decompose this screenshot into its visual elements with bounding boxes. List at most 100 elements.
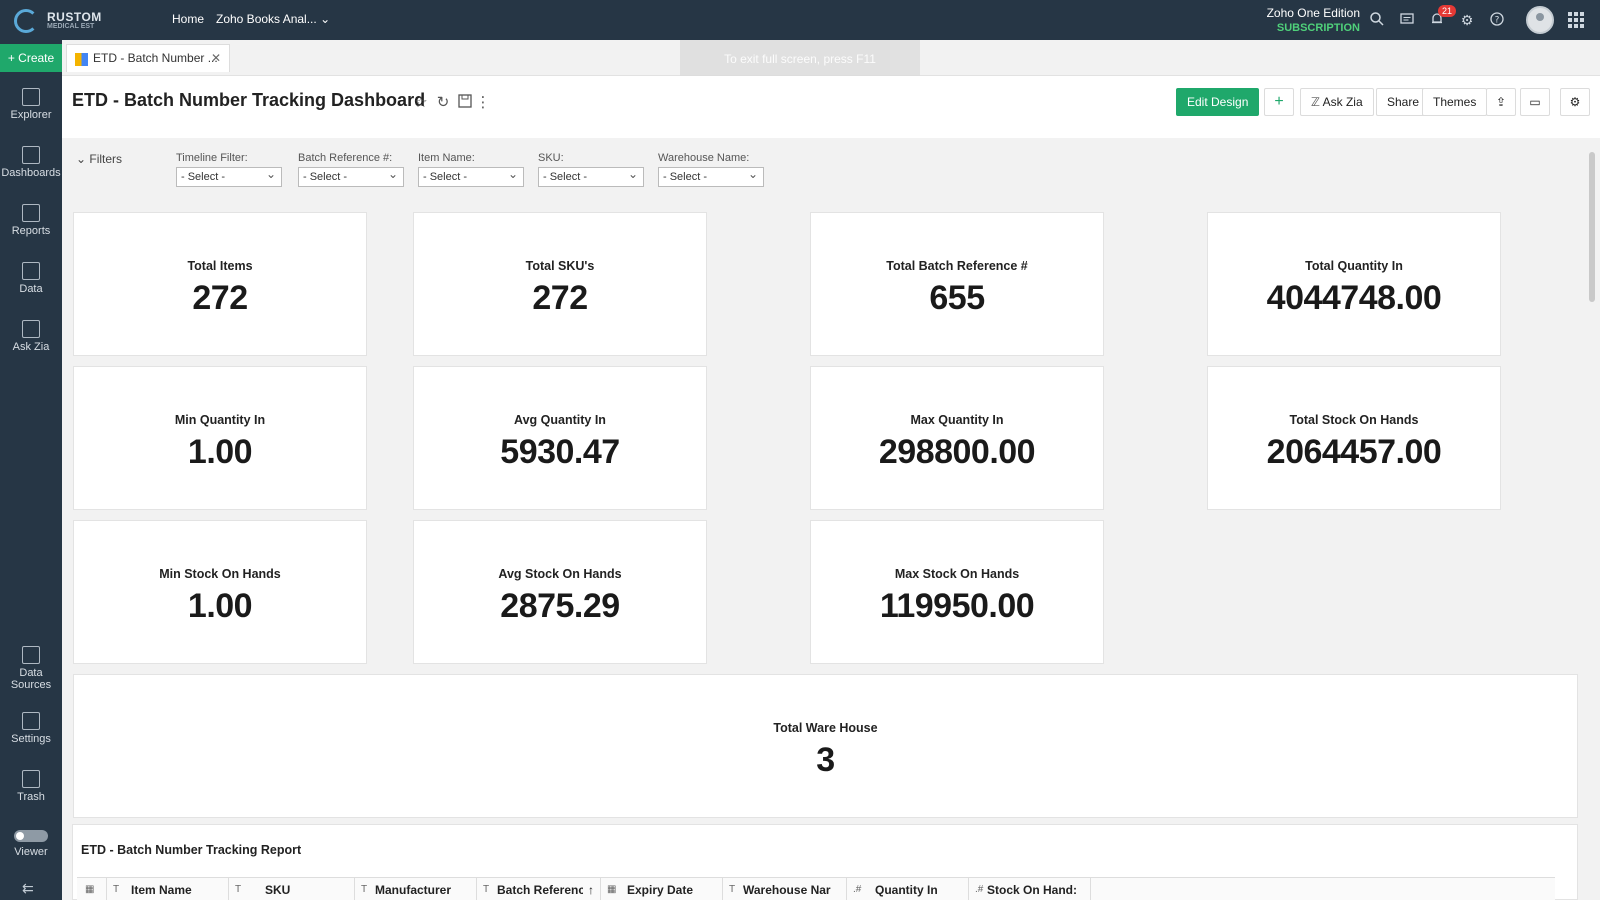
refresh-icon[interactable]: ↻ xyxy=(434,94,452,112)
export-icon[interactable]: ⇪ xyxy=(1486,88,1516,116)
vertical-scrollbar[interactable] xyxy=(1588,144,1596,900)
kpi-min-stock-on-hands[interactable]: Min Stock On Hands 1.00 xyxy=(73,520,367,664)
subscription-link[interactable]: SUBSCRIPTION xyxy=(1260,22,1360,34)
text-type-icon: T xyxy=(113,884,120,895)
ask-zia-button[interactable]: ℤ Ask Zia xyxy=(1300,88,1374,116)
column-header-batch-reference[interactable]: T Batch Referenc ↑ xyxy=(477,878,601,900)
apps-grid-icon[interactable] xyxy=(1568,12,1584,28)
sidebar-item-label: Dashboards xyxy=(1,167,61,179)
sidebar-item-trash[interactable]: Trash xyxy=(0,770,62,803)
filter-timeline: Timeline Filter: - Select - xyxy=(176,152,282,187)
column-header-expiry-date[interactable]: ▦ Expiry Date xyxy=(601,878,723,900)
kpi-min-quantity-in[interactable]: Min Quantity In 1.00 xyxy=(73,366,367,510)
kpi-avg-stock-on-hands[interactable]: Avg Stock On Hands 2875.29 xyxy=(413,520,707,664)
sidebar-item-ask-zia[interactable]: Ask Zia xyxy=(0,320,62,353)
star-icon[interactable]: ☆ xyxy=(412,94,430,112)
kpi-label: Max Quantity In xyxy=(910,413,1004,427)
kpi-value: 2064457.00 xyxy=(1266,433,1442,471)
logo-subtext: MEDICAL EST xyxy=(47,23,95,30)
filter-batch-reference: Batch Reference #: - Select - xyxy=(298,152,404,187)
column-label: Item Name xyxy=(131,883,192,897)
batch-reference-select[interactable]: - Select - xyxy=(298,165,404,187)
number-type-icon: .# xyxy=(853,884,862,895)
dashboard-settings-icon[interactable]: ⚙ xyxy=(1560,88,1590,116)
column-label: Batch Referenc xyxy=(497,883,583,897)
filters-toggle[interactable]: ⌄ Filters xyxy=(76,152,122,166)
item-name-select[interactable]: - Select - xyxy=(418,165,524,187)
kpi-max-quantity-in[interactable]: Max Quantity In 298800.00 xyxy=(810,366,1104,510)
chat-icon[interactable] xyxy=(1398,11,1416,29)
sidebar-item-data[interactable]: Data xyxy=(0,262,62,295)
edition-label: Zoho One Edition xyxy=(1266,6,1360,20)
kpi-total-quantity-in[interactable]: Total Quantity In 4044748.00 xyxy=(1207,212,1501,356)
dashboard-header: ETD - Batch Number Tracking Dashboard ☆ … xyxy=(62,76,1600,138)
column-header-sku[interactable]: T SKU xyxy=(229,878,355,900)
themes-button[interactable]: Themes xyxy=(1422,88,1488,116)
close-icon[interactable]: ✕ xyxy=(211,45,221,72)
sidebar-item-label: Explorer xyxy=(10,109,52,121)
more-options-icon[interactable]: ⋮ xyxy=(474,94,492,112)
zia-icon: ℤ xyxy=(1311,95,1320,109)
nav-workspace-dropdown[interactable]: Zoho Books Anal... ⌄ xyxy=(216,12,330,26)
kpi-total-batch-reference[interactable]: Total Batch Reference # 655 xyxy=(810,212,1104,356)
company-logo[interactable]: RUSTOM MEDICAL EST xyxy=(14,6,114,34)
text-type-icon: T xyxy=(361,884,368,895)
sidebar-item-data-sources[interactable]: Data Sources xyxy=(0,646,62,691)
kpi-total-ware-house[interactable]: Total Ware House 3 xyxy=(73,674,1578,818)
column-header-warehouse-name[interactable]: T Warehouse Nar xyxy=(723,878,847,900)
sidebar-item-settings[interactable]: Settings xyxy=(0,712,62,745)
column-header-stock-on-hands[interactable]: .# Stock On Hand: xyxy=(969,878,1091,900)
kpi-label: Max Stock On Hands xyxy=(894,567,1020,581)
add-button[interactable]: + xyxy=(1264,88,1294,116)
kpi-label: Min Stock On Hands xyxy=(159,567,281,581)
save-icon[interactable] xyxy=(456,94,474,112)
kpi-label: Avg Stock On Hands xyxy=(498,567,622,581)
sidebar-item-label: Ask Zia xyxy=(12,341,50,353)
tab-dashboard[interactable]: ETD - Batch Number ... ✕ xyxy=(66,44,230,72)
text-type-icon: T xyxy=(235,884,242,895)
collapse-sidebar-icon[interactable]: ⇇ xyxy=(22,880,34,897)
timeline-filter-select[interactable]: - Select - xyxy=(176,165,282,187)
create-button[interactable]: + Create xyxy=(0,44,62,72)
settings-icon xyxy=(22,712,40,730)
search-icon[interactable] xyxy=(1368,11,1386,29)
column-header-item-name[interactable]: T Item Name xyxy=(107,878,229,900)
avatar[interactable] xyxy=(1526,6,1554,34)
kpi-value: 3 xyxy=(816,741,835,779)
filter-label: SKU: xyxy=(538,152,564,164)
kpi-label: Total Batch Reference # xyxy=(886,259,1028,273)
fullscreen-notice: To exit full screen, press F11 xyxy=(680,40,920,78)
kpi-total-skus[interactable]: Total SKU's 272 xyxy=(413,212,707,356)
sidebar-item-explorer[interactable]: Explorer xyxy=(0,88,62,121)
warehouse-name-select[interactable]: - Select - xyxy=(658,165,764,187)
column-header-quantity-in[interactable]: .# Quantity In xyxy=(847,878,969,900)
toggle-switch[interactable] xyxy=(14,830,48,842)
edition-info[interactable]: Zoho One Edition SUBSCRIPTION xyxy=(1260,6,1360,34)
column-label: Manufacturer xyxy=(375,883,452,897)
page-title: ETD - Batch Number Tracking Dashboard xyxy=(72,90,426,110)
gear-icon[interactable]: ⚙ xyxy=(1458,11,1476,29)
edit-design-button[interactable]: Edit Design xyxy=(1176,88,1260,116)
sku-select[interactable]: - Select - xyxy=(538,165,644,187)
kpi-total-stock-on-hands[interactable]: Total Stock On Hands 2064457.00 xyxy=(1207,366,1501,510)
sidebar-item-reports[interactable]: Reports xyxy=(0,204,62,237)
reports-icon xyxy=(22,204,40,222)
kpi-label: Total Ware House xyxy=(773,721,878,735)
column-header-manufacturer[interactable]: T Manufacturer xyxy=(355,878,477,900)
column-label: SKU xyxy=(265,883,291,897)
column-selector[interactable]: ▦ xyxy=(77,878,107,900)
zia-icon xyxy=(22,320,40,338)
tab-label: ETD - Batch Number ... xyxy=(93,51,218,65)
filter-warehouse: Warehouse Name: - Select - xyxy=(658,152,764,187)
kpi-total-items[interactable]: Total Items 272 xyxy=(73,212,367,356)
viewer-toggle[interactable]: Viewer xyxy=(0,830,62,858)
nav-home[interactable]: Home xyxy=(172,12,204,26)
comment-icon[interactable]: ▭ xyxy=(1520,88,1550,116)
sidebar-item-dashboards[interactable]: Dashboards xyxy=(0,146,62,179)
filter-label: Timeline Filter: xyxy=(176,152,248,164)
kpi-max-stock-on-hands[interactable]: Max Stock On Hands 119950.00 xyxy=(810,520,1104,664)
help-icon[interactable]: ? xyxy=(1488,11,1506,29)
kpi-avg-quantity-in[interactable]: Avg Quantity In 5930.47 xyxy=(413,366,707,510)
sort-ascending-icon[interactable]: ↑ xyxy=(588,878,594,900)
scrollbar-thumb[interactable] xyxy=(1589,152,1595,302)
